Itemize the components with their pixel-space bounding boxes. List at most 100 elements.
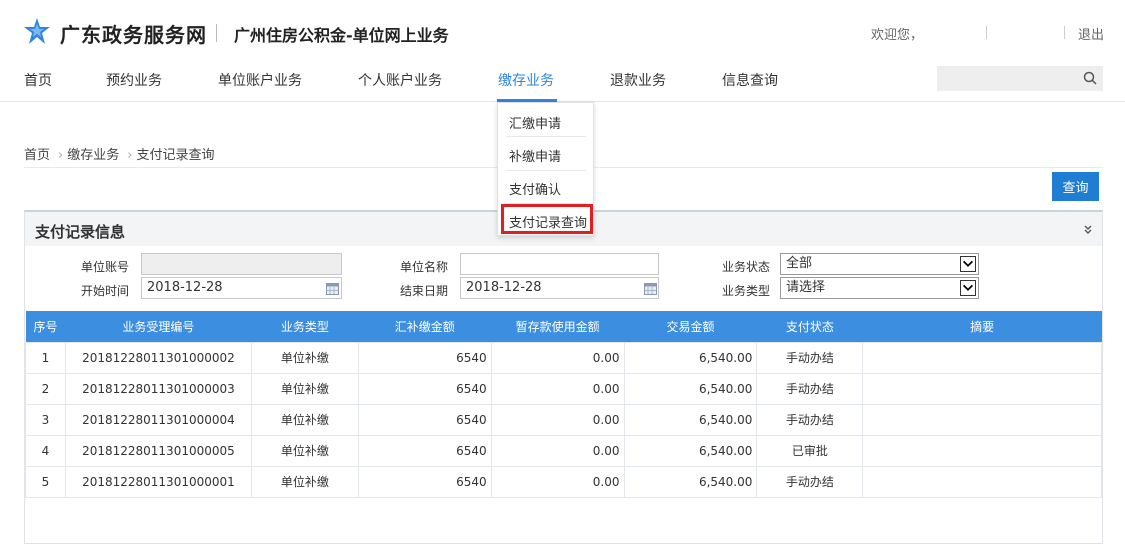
table-cell: 4 <box>25 434 66 467</box>
submenu-item-payment-confirm[interactable]: 支付确认 <box>509 179 561 198</box>
table-cell: 手动办结 <box>756 372 864 405</box>
table-cell: 6,540.00 <box>623 434 758 467</box>
column-header: 交易金额 <box>624 311 757 342</box>
column-header: 摘要 <box>862 311 1102 342</box>
column-header: 汇补缴金额 <box>358 311 492 342</box>
table-cell: 0.00 <box>490 341 625 374</box>
table-cell <box>862 434 1102 467</box>
start-date-field[interactable]: 2018-12-28 <box>141 277 342 299</box>
table-cell: 1 <box>25 341 66 374</box>
chevron-down-icon <box>960 280 976 296</box>
column-header: 业务受理编号 <box>65 311 252 342</box>
submenu-item-remit-apply[interactable]: 汇缴申请 <box>509 113 561 132</box>
site-title: 广东政务服务网 <box>60 23 207 47</box>
column-header: 支付状态 <box>756 311 863 342</box>
status-select[interactable]: 全部 <box>780 253 979 275</box>
table-cell: 单位补缴 <box>250 372 359 405</box>
table-cell: 0.00 <box>490 372 625 405</box>
table-cell: 6,540.00 <box>623 372 758 405</box>
chevron-down-icon <box>960 256 976 272</box>
table-row[interactable]: 4 20181228011301000005 单位补缴 6540 0.00 6,540.0… <box>25 434 1102 467</box>
end-date-field[interactable]: 2018-12-28 <box>460 277 659 299</box>
deposit-submenu: 汇缴申请 补缴申请 支付确认 支付记录查询 <box>497 102 594 236</box>
submenu-item-supplement-apply[interactable]: 补缴申请 <box>509 146 561 165</box>
unit-account-field <box>141 253 342 275</box>
table-cell: 单位补缴 <box>250 341 359 374</box>
table-cell: 20181228011301000005 <box>64 434 252 467</box>
calendar-icon[interactable] <box>644 283 657 295</box>
table-cell: 单位补缴 <box>250 434 359 467</box>
logout-link[interactable]: 退出 <box>1078 24 1104 43</box>
table-row[interactable]: 5 20181228011301000001 单位补缴 6540 0.00 6,540.0… <box>25 465 1102 498</box>
end-date-label: 结束日期 <box>399 284 448 298</box>
search-input[interactable] <box>937 66 1103 91</box>
nav-item-personal-account[interactable]: 个人账户业务 <box>358 70 442 90</box>
nav-item-deposit[interactable]: 缴存业务 <box>498 70 554 90</box>
search-icon[interactable] <box>1083 71 1097 85</box>
table-cell: 6,540.00 <box>623 403 758 436</box>
header: 广东政务服务网 广州住房公积金-单位网上业务 欢迎您， 退出 <box>0 0 1125 62</box>
table-cell <box>862 465 1102 498</box>
table-cell: 2 <box>25 372 66 405</box>
table-cell: 单位补缴 <box>250 403 359 436</box>
nav-item-unit-account[interactable]: 单位账户业务 <box>218 70 302 90</box>
welcome-text: 欢迎您， <box>871 28 924 43</box>
table-cell: 3 <box>25 403 66 436</box>
status-label: 业务状态 <box>721 260 770 274</box>
type-select[interactable]: 请选择 <box>780 277 979 299</box>
table-cell: 6,540.00 <box>623 465 758 498</box>
table-cell: 6540 <box>357 434 492 467</box>
unit-name-label: 单位名称 <box>399 260 448 274</box>
breadcrumb-deposit[interactable]: 缴存业务 <box>67 148 119 163</box>
system-title: 广州住房公积金-单位网上业务 <box>234 26 449 45</box>
calendar-icon[interactable] <box>326 283 339 295</box>
column-header: 业务类型 <box>251 311 359 342</box>
breadcrumb-home[interactable]: 首页 <box>24 148 50 163</box>
table-cell: 6540 <box>357 372 492 405</box>
panel-title: 支付记录信息 <box>35 223 126 241</box>
table-cell <box>862 372 1102 405</box>
header-divider <box>1064 26 1065 39</box>
breadcrumb: 首页 › 缴存业务 › 支付记录查询 <box>24 144 218 163</box>
table-cell: 已审批 <box>756 434 864 467</box>
breadcrumb-separator-icon: › <box>127 148 133 163</box>
table-row[interactable]: 1 20181228011301000002 单位补缴 6540 0.00 6,540.0… <box>25 341 1102 374</box>
table-cell: 6540 <box>357 341 492 374</box>
highlight-box <box>501 204 593 234</box>
table-cell: 手动办结 <box>756 465 864 498</box>
column-header: 暂存款使用金额 <box>491 311 624 342</box>
unit-account-label: 单位账号 <box>80 260 129 274</box>
guangdong-logo-icon <box>24 18 50 44</box>
nav-item-refund[interactable]: 退款业务 <box>610 70 666 90</box>
submenu-divider <box>506 170 586 171</box>
breadcrumb-separator-icon: › <box>58 148 64 163</box>
nav-item-info-query[interactable]: 信息查询 <box>722 70 778 90</box>
payment-record-table: 序号 业务受理编号 业务类型 汇补缴金额 暂存款使用金额 交易金额 支付状态 摘… <box>25 311 1102 498</box>
unit-name-field[interactable] <box>460 253 659 275</box>
submenu-divider <box>506 136 586 137</box>
header-divider <box>986 26 987 39</box>
query-button[interactable]: 查询 <box>1052 172 1099 201</box>
table-cell <box>862 341 1102 374</box>
table-cell <box>862 403 1102 436</box>
table-cell: 6540 <box>357 465 492 498</box>
payment-record-panel: 支付记录信息 单位账号 单位名称 业务状态 全部 开始时间 2018-12-28… <box>24 210 1103 544</box>
table-row[interactable]: 3 20181228011301000004 单位补缴 6540 0.00 6,540.0… <box>25 403 1102 436</box>
table-row[interactable]: 2 20181228011301000003 单位补缴 6540 0.00 6,540.0… <box>25 372 1102 405</box>
table-cell: 0.00 <box>490 434 625 467</box>
table-cell: 6,540.00 <box>623 341 758 374</box>
nav-item-home[interactable]: 首页 <box>24 70 52 90</box>
status-select-value: 全部 <box>786 256 813 271</box>
table-cell: 20181228011301000003 <box>64 372 252 405</box>
table-cell: 0.00 <box>490 403 625 436</box>
nav-item-appointment[interactable]: 预约业务 <box>106 70 162 90</box>
table-cell: 单位补缴 <box>250 465 359 498</box>
start-date-label: 开始时间 <box>80 284 129 298</box>
table-cell: 6540 <box>357 403 492 436</box>
table-cell: 20181228011301000001 <box>64 465 252 498</box>
title-divider <box>216 24 217 42</box>
table-header-row: 序号 业务受理编号 业务类型 汇补缴金额 暂存款使用金额 交易金额 支付状态 摘… <box>25 311 1102 342</box>
column-header: 序号 <box>25 311 66 342</box>
double-chevron-down-icon[interactable] <box>1083 225 1093 235</box>
type-label: 业务类型 <box>721 284 770 298</box>
